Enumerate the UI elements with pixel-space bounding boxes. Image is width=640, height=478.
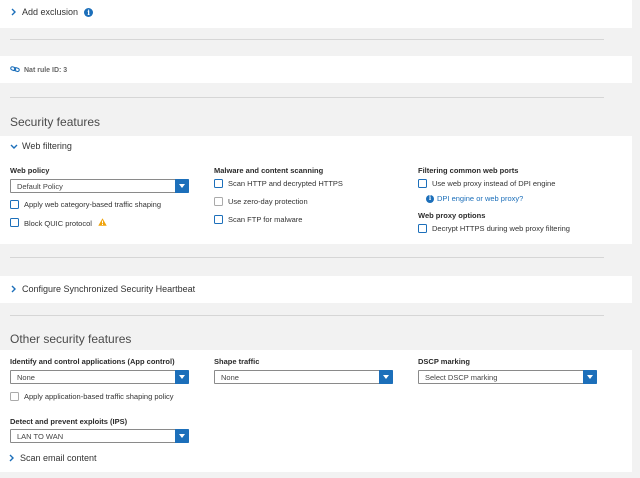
ips-value: LAN TO WAN [17,432,64,441]
shape-traffic-select[interactable]: None [214,370,393,384]
dscp-value: Select DSCP marking [425,373,498,382]
scan-ftp-checkbox[interactable] [214,215,223,224]
web-filtering-label: Web filtering [22,141,72,151]
web-policy-label: Web policy [10,166,50,175]
scan-email-label: Scan email content [20,453,97,463]
nat-rule-panel [0,56,632,83]
dropdown-arrow-icon[interactable] [583,370,597,384]
use-proxy-label: Use web proxy instead of DPI engine [432,179,556,188]
malware-label: Malware and content scanning [214,166,324,175]
apply-app-shaping-checkbox[interactable] [10,392,19,401]
link-icon [10,65,20,75]
web-policy-select[interactable]: Default Policy [10,179,189,193]
warning-icon [98,218,107,228]
add-exclusion-toggle[interactable]: Add exclusion i [10,7,94,17]
scan-ftp-label: Scan FTP for malware [228,215,303,224]
divider [10,97,604,98]
dropdown-arrow-icon[interactable] [175,179,189,193]
zero-day-checkbox[interactable] [214,197,223,206]
dpi-link[interactable]: DPI engine or web proxy? [437,194,523,203]
web-filtering-toggle[interactable]: Web filtering [10,141,72,151]
chevron-down-icon [10,143,19,150]
divider [10,257,604,258]
heartbeat-toggle[interactable]: Configure Synchronized Security Heartbea… [10,284,195,294]
block-quic-checkbox[interactable] [10,218,19,227]
shape-traffic-label: Shape traffic [214,357,260,366]
dropdown-arrow-icon[interactable] [379,370,393,384]
scan-http-label: Scan HTTP and decrypted HTTPS [228,179,343,188]
info-icon: i [426,194,434,203]
use-proxy-checkbox[interactable] [418,179,427,188]
zero-day-label: Use zero-day protection [228,197,308,206]
chevron-right-icon [10,285,19,293]
decrypt-https-checkbox[interactable] [418,224,427,233]
add-exclusion-label: Add exclusion [22,7,79,17]
app-control-value: None [17,373,35,382]
block-quic-row: Block QUIC protocol [24,218,107,228]
divider [10,315,604,316]
divider [10,39,604,40]
apply-web-shaping-checkbox[interactable] [10,200,19,209]
chevron-right-icon [8,454,17,462]
security-features-title: Security features [10,115,101,129]
apply-web-shaping-label: Apply web category-based traffic shaping [24,200,162,209]
shape-traffic-value: None [221,373,239,382]
decrypt-https-label: Decrypt HTTPS during web proxy filtering [432,224,570,233]
apply-app-shaping-label: Apply application-based traffic shaping … [24,392,174,401]
dscp-select[interactable]: Select DSCP marking [418,370,597,384]
scan-email-toggle[interactable]: Scan email content [8,453,97,463]
ips-label: Detect and prevent exploits (IPS) [10,417,128,426]
nat-rule-label: Nat rule ID: 3 [24,66,68,74]
ips-select[interactable]: LAN TO WAN [10,429,189,443]
nat-rule-row: Nat rule ID: 3 [10,65,67,75]
app-control-label: Identify and control applications (App c… [10,357,175,366]
dscp-label: DSCP marking [418,357,470,366]
app-control-select[interactable]: None [10,370,189,384]
proxy-options-label: Web proxy options [418,211,486,220]
dpi-link-row[interactable]: i DPI engine or web proxy? [426,194,523,203]
other-security-title: Other security features [10,332,132,346]
dropdown-arrow-icon[interactable] [175,370,189,384]
chevron-right-icon [10,8,19,16]
info-icon[interactable]: i [84,7,94,17]
add-exclusion-panel [0,0,632,28]
dropdown-arrow-icon[interactable] [175,429,189,443]
web-policy-value: Default Policy [17,182,63,191]
block-quic-label: Block QUIC protocol [24,218,92,228]
web-ports-label: Filtering common web ports [418,166,519,175]
scan-http-checkbox[interactable] [214,179,223,188]
heartbeat-label: Configure Synchronized Security Heartbea… [22,284,196,294]
